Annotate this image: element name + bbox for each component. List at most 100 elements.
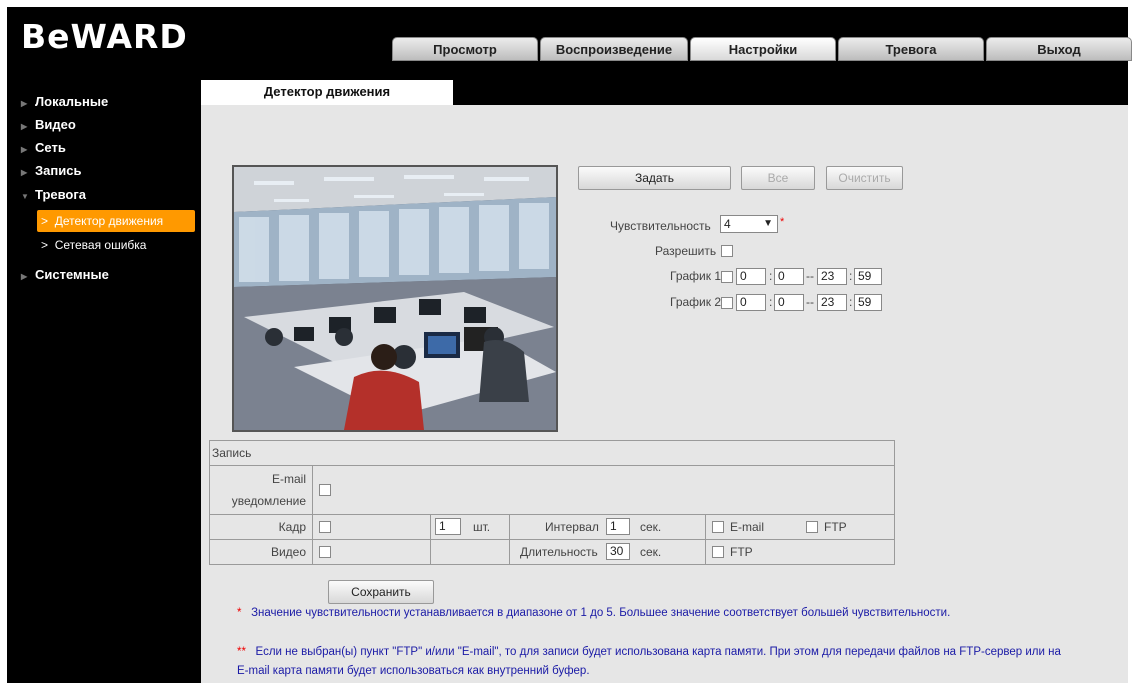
triangle-right-icon: ▶ — [21, 168, 28, 177]
sidebar-item-label: Видео — [35, 117, 76, 132]
all-button[interactable]: Все — [741, 166, 815, 190]
empty-cell — [430, 539, 510, 565]
schedule1-end-hour[interactable]: 23 — [817, 268, 847, 285]
schedule2-checkbox[interactable] — [721, 297, 733, 309]
frame-targets-cell: E-mail FTP — [705, 514, 895, 540]
range-separator: -- — [806, 295, 814, 309]
duration-unit: сек. — [640, 545, 662, 559]
email-label-line2: уведомление — [231, 494, 306, 508]
video-checkbox[interactable] — [319, 546, 331, 558]
frame-checkbox[interactable] — [319, 521, 331, 533]
video-ftp-label: FTP — [730, 545, 753, 559]
schedule2-start-hour[interactable]: 0 — [736, 294, 766, 311]
schedule2-start-minute[interactable]: 0 — [774, 294, 804, 311]
tab-settings[interactable]: Настройки — [690, 37, 836, 61]
sidebar-item-label: Системные — [35, 267, 109, 282]
note-text: Если не выбран(ы) пункт "FTP" и/или "E-m… — [255, 646, 1061, 658]
enable-label: Разрешить — [655, 244, 717, 258]
interval-label: Интервал — [545, 520, 599, 534]
sidebar-subitem-motion-detector[interactable]: > Детектор движения — [37, 210, 195, 232]
sidebar-subitem-network-error[interactable]: > Сетевая ошибка — [41, 234, 199, 256]
sidebar-item-label: Локальные — [35, 94, 109, 109]
settings-panel: Задать Все Очистить Чувствительность 4 ▼… — [201, 105, 1128, 683]
required-marker: * — [780, 216, 785, 228]
email-notification-checkbox[interactable] — [319, 484, 331, 496]
email-notification-cell — [312, 465, 895, 515]
email-notification-label: E-mail уведомление — [209, 465, 313, 515]
triangle-down-icon: ▼ — [21, 192, 29, 201]
frame-email-checkbox[interactable] — [712, 521, 724, 533]
save-button[interactable]: Сохранить — [328, 580, 434, 604]
sidebar-subitem-label: Сетевая ошибка — [54, 238, 147, 252]
sensitivity-value: 4 — [724, 217, 731, 231]
video-targets-cell: FTP — [705, 539, 895, 565]
interval-unit: сек. — [640, 520, 662, 534]
triangle-right-icon: ▶ — [21, 272, 28, 281]
record-header: Запись — [209, 440, 895, 466]
schedule1-end-minute[interactable]: 59 — [854, 268, 882, 285]
sidebar-item-network[interactable]: ▶ Сеть — [21, 139, 66, 157]
clear-button[interactable]: Очистить — [826, 166, 903, 190]
triangle-right-icon: ▶ — [21, 99, 28, 108]
sidebar-item-label: Сеть — [35, 140, 66, 155]
time-separator: : — [849, 295, 853, 309]
sidebar-item-local[interactable]: ▶ Локальные — [21, 93, 108, 111]
triangle-right-icon: ▶ — [21, 122, 28, 131]
video-ftp-checkbox[interactable] — [712, 546, 724, 558]
office-scene-image — [234, 167, 556, 430]
time-separator: : — [769, 295, 773, 309]
schedule1-start-minute[interactable]: 0 — [774, 268, 804, 285]
frame-label: Кадр — [209, 514, 313, 540]
range-separator: -- — [806, 269, 814, 283]
sidebar-subitem-label: Детектор движения — [54, 214, 164, 228]
email-label-line1: E-mail — [271, 472, 306, 486]
record-table: Запись E-mail уведомление Кадр 1 шт. Инт… — [209, 440, 895, 565]
frame-check-cell — [312, 514, 431, 540]
interval-input[interactable]: 1 — [606, 518, 630, 535]
sensitivity-select[interactable]: 4 ▼ — [720, 215, 778, 233]
note-storage-line1: ** Если не выбран(ы) пункт "FTP" и/или "… — [237, 646, 1061, 658]
schedule1-start-hour[interactable]: 0 — [736, 268, 766, 285]
schedule2-end-minute[interactable]: 59 — [854, 294, 882, 311]
schedule2-label: График 2 — [670, 295, 722, 309]
time-separator: : — [769, 269, 773, 283]
brand-logo: BeWARD — [21, 17, 188, 56]
header: BeWARD Просмотр Воспроизведение Настройк… — [7, 7, 1132, 80]
triangle-right-icon: ▶ — [21, 145, 28, 154]
chevron-right-icon: > — [41, 214, 49, 228]
duration-input[interactable]: 30 — [606, 543, 630, 560]
set-button[interactable]: Задать — [578, 166, 731, 190]
video-check-cell — [312, 539, 431, 565]
tab-view[interactable]: Просмотр — [392, 37, 538, 61]
page-tab-title[interactable]: Детектор движения — [201, 80, 453, 105]
sidebar-item-video[interactable]: ▶ Видео — [21, 116, 76, 134]
note-text: Значение чувствительности устанавливаетс… — [251, 607, 951, 619]
frame-unit: шт. — [473, 520, 491, 534]
schedule2-end-hour[interactable]: 23 — [817, 294, 847, 311]
enable-checkbox[interactable] — [721, 245, 733, 257]
sidebar-item-alarm[interactable]: ▼ Тревога — [21, 186, 86, 204]
interval-cell: Интервал 1 сек. — [509, 514, 706, 540]
schedule1-label: График 1 — [670, 269, 722, 283]
schedule1-checkbox[interactable] — [721, 271, 733, 283]
app-frame: BeWARD Просмотр Воспроизведение Настройк… — [7, 7, 1132, 683]
tab-strip — [453, 80, 1128, 105]
tab-playback[interactable]: Воспроизведение — [540, 37, 688, 61]
chevron-down-icon: ▼ — [763, 218, 773, 229]
note-storage-line2: E-mail карта памяти будет использоваться… — [237, 665, 590, 677]
sidebar-item-system[interactable]: ▶ Системные — [21, 266, 109, 284]
duration-label: Длительность — [520, 545, 598, 559]
sidebar-item-label: Тревога — [35, 187, 87, 202]
sidebar-item-label: Запись — [35, 163, 82, 178]
sidebar-item-record[interactable]: ▶ Запись — [21, 162, 81, 180]
camera-preview[interactable] — [232, 165, 558, 432]
note-marker: ** — [237, 646, 246, 658]
frame-count-input[interactable]: 1 — [435, 518, 461, 535]
tab-alarm[interactable]: Тревога — [838, 37, 984, 61]
tab-logout[interactable]: Выход — [986, 37, 1132, 61]
sensitivity-label: Чувствительность — [610, 219, 711, 233]
frame-ftp-label: FTP — [824, 520, 847, 534]
duration-cell: Длительность 30 сек. — [509, 539, 706, 565]
content: Детектор движения Задать Все Очистить Чу… — [201, 80, 1128, 683]
frame-ftp-checkbox[interactable] — [806, 521, 818, 533]
